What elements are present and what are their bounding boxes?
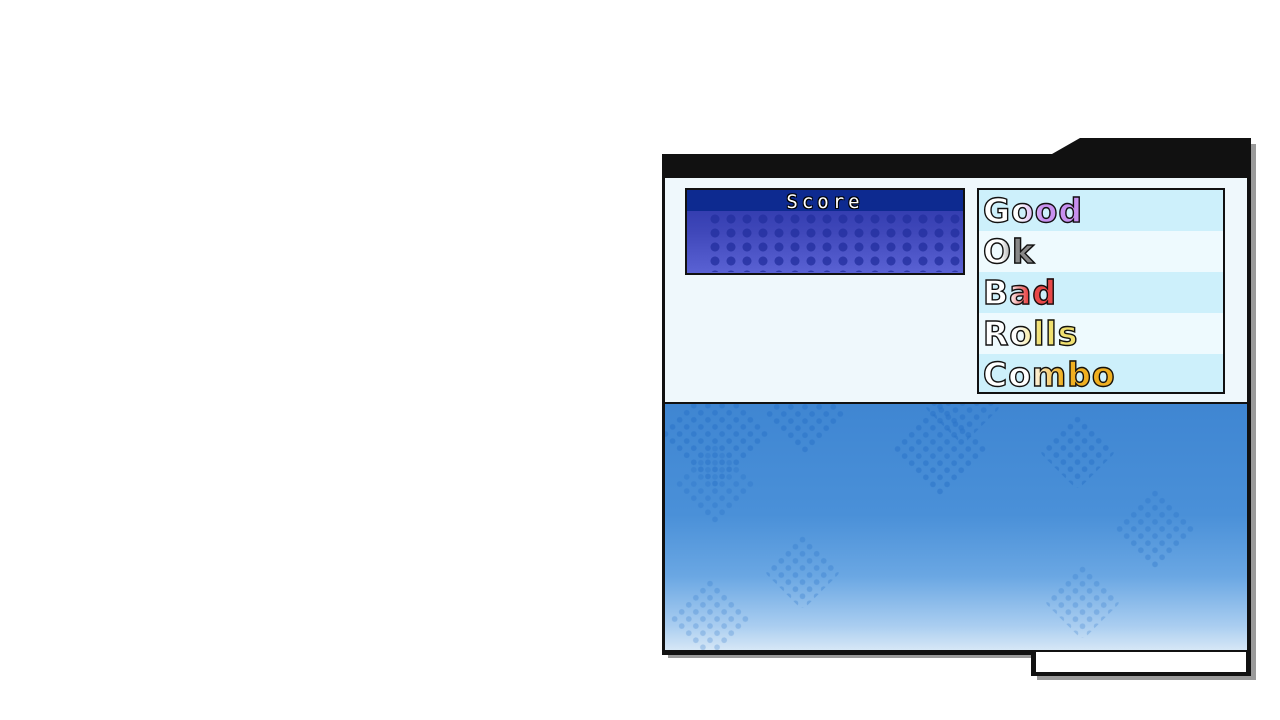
score-label: Score xyxy=(786,191,864,213)
judgement-row-rolls: Rolls xyxy=(979,313,1223,354)
judgement-label-combo: Combo xyxy=(982,354,1116,394)
pattern-cluster xyxy=(763,532,842,611)
judgement-row-combo: Combo xyxy=(979,354,1223,394)
judgement-label-bad: Bad xyxy=(982,272,1058,312)
play-field-background xyxy=(665,404,1247,650)
judgement-label-ok: Ok xyxy=(982,231,1035,271)
score-pattern xyxy=(707,212,963,272)
judgement-label-rolls: Rolls xyxy=(982,313,1079,353)
judgement-table: Good Ok Bad Rolls Combo xyxy=(977,188,1225,394)
pattern-cluster xyxy=(1038,412,1117,491)
judgement-label-good: Good xyxy=(982,190,1084,230)
score-header: Score xyxy=(687,190,963,213)
judgement-row-ok: Ok xyxy=(979,231,1223,272)
pattern-cluster xyxy=(762,404,848,457)
pattern-cluster xyxy=(1043,562,1122,641)
pattern-cluster xyxy=(667,576,753,650)
judgement-row-bad: Bad xyxy=(979,272,1223,313)
pattern-cluster xyxy=(1112,486,1198,572)
score-box: Score xyxy=(685,188,965,275)
judgement-row-good: Good xyxy=(979,190,1223,231)
